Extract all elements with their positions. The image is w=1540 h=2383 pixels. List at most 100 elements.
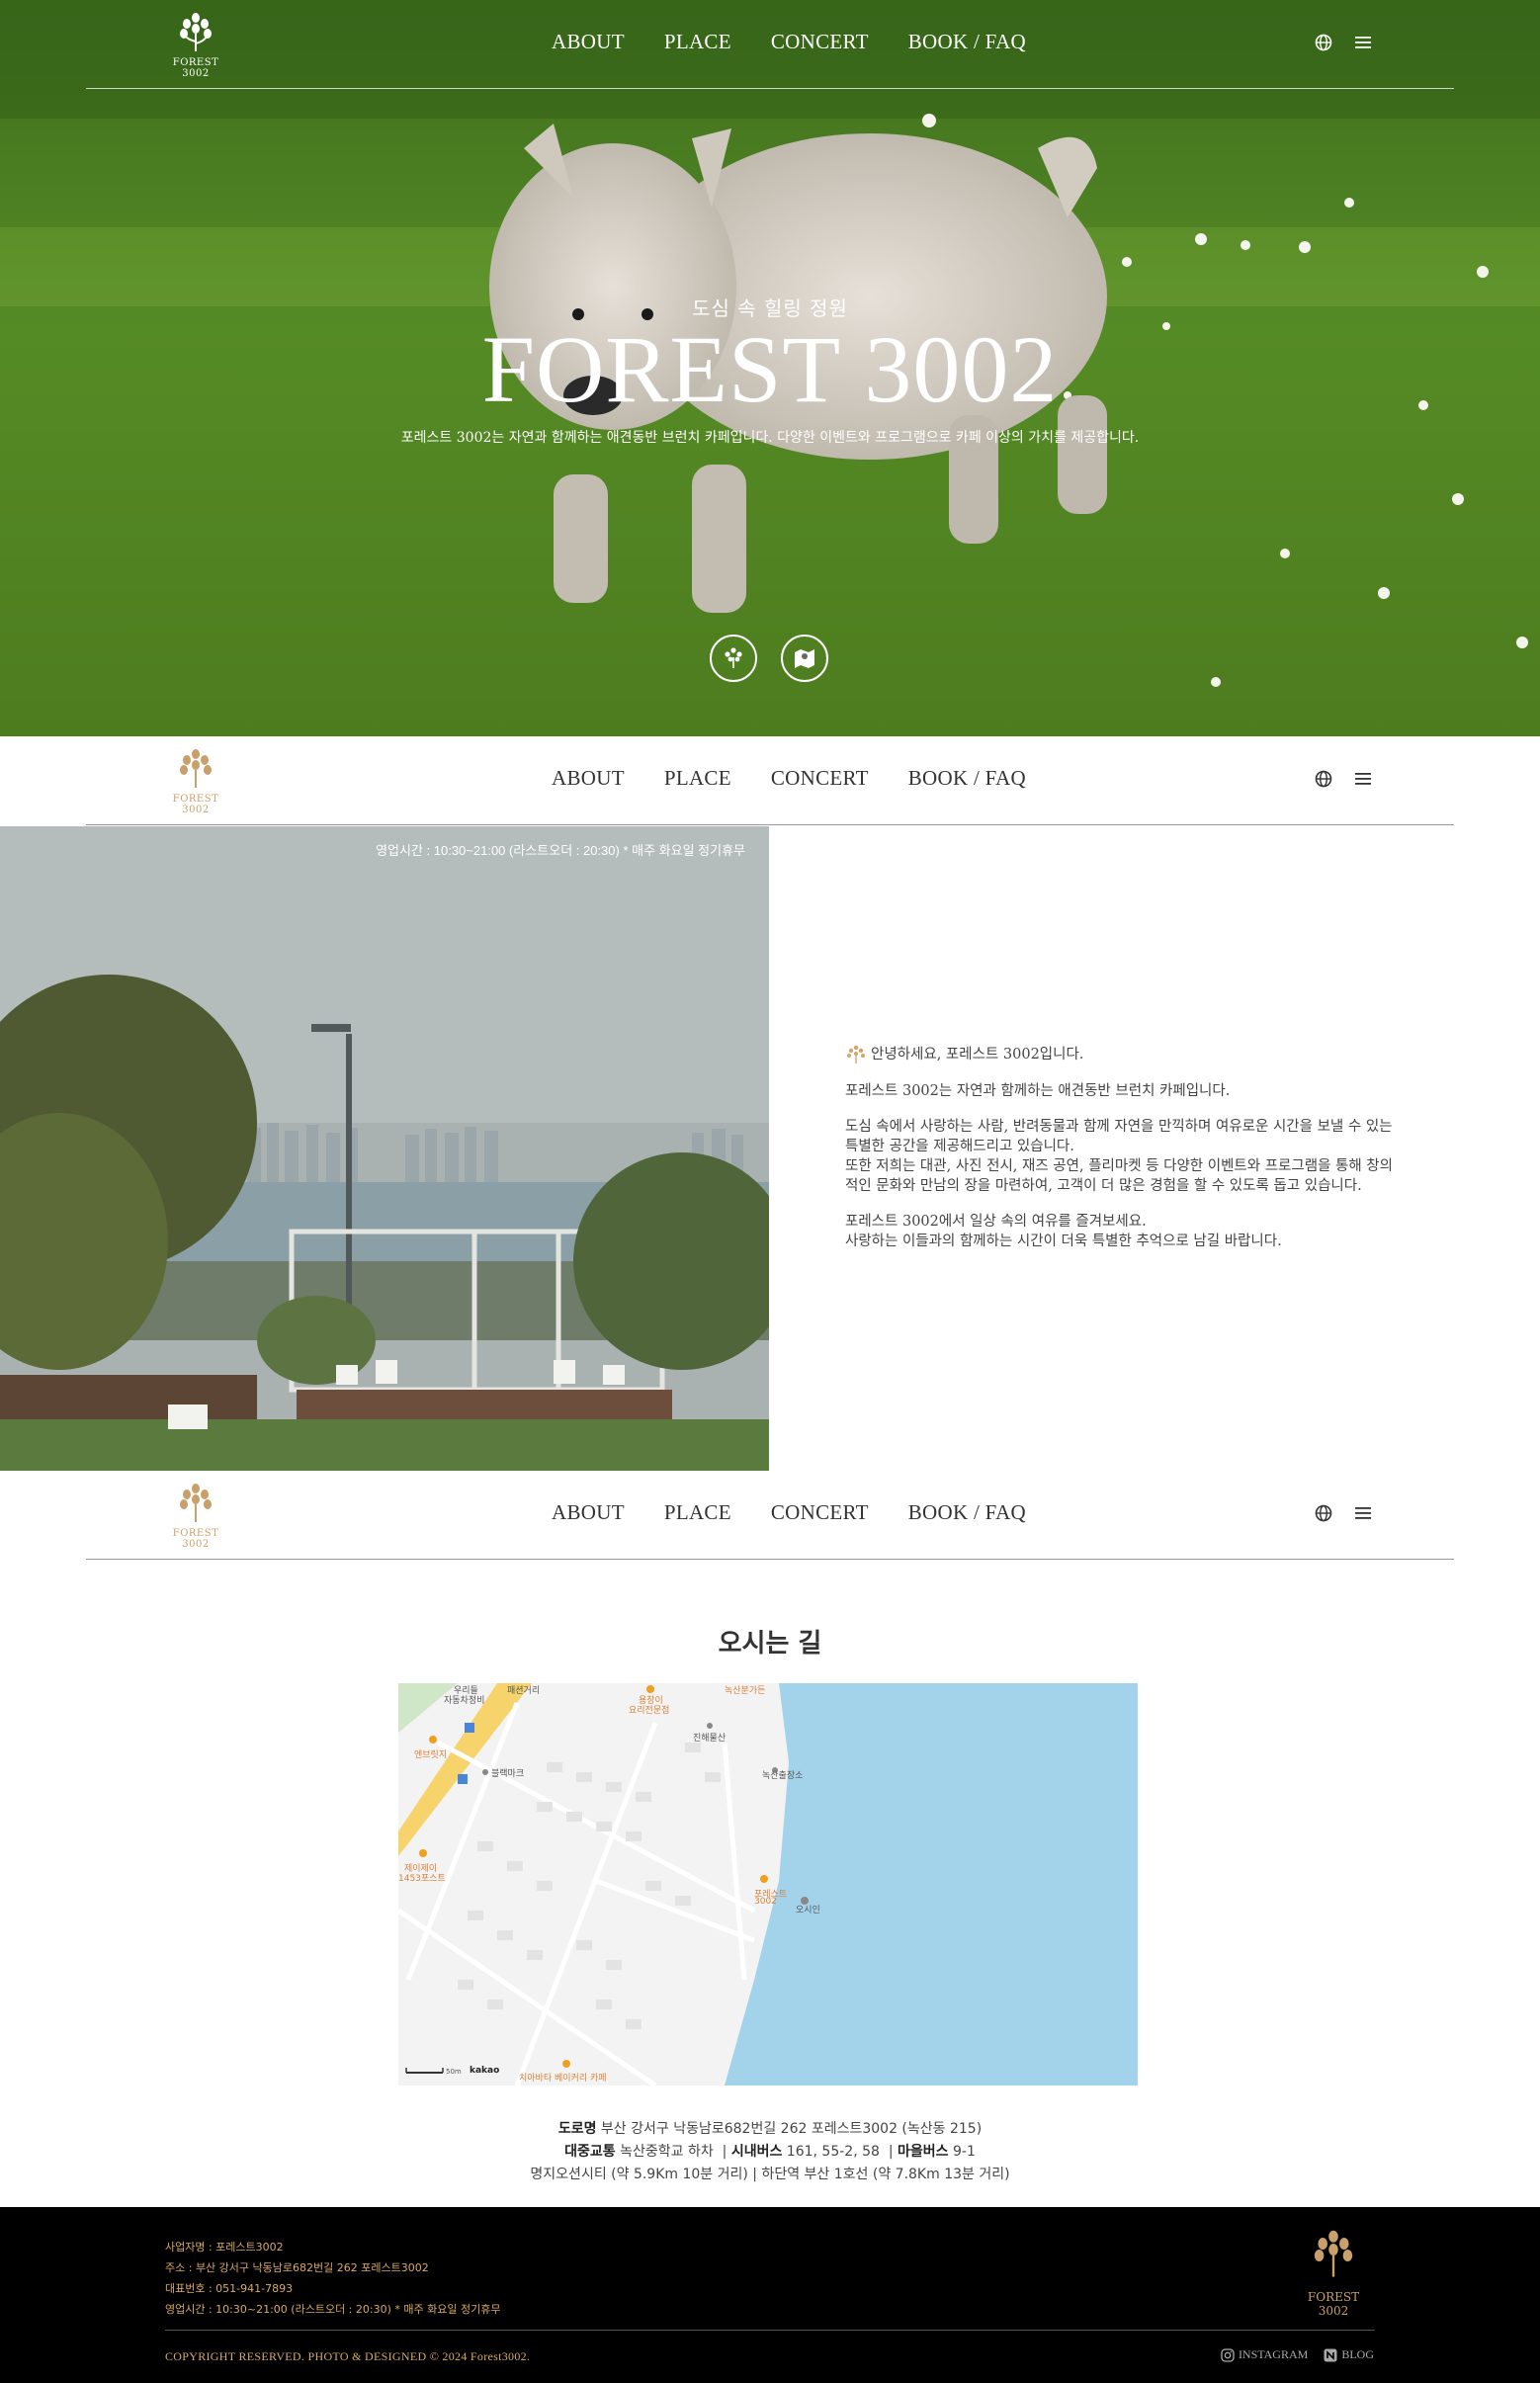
about-paragraph-2-line: 적인 문화와 만남의 장을 마련하여, 고객이 더 많은 경험을 할 수 있도록… (845, 1178, 1362, 1194)
footer-info: 사업자명 : 포레스트3002 주소 : 부산 강서구 낙동남로682번길 26… (165, 2237, 500, 2320)
footer-logo[interactable]: FOREST 3002 (1291, 2229, 1376, 2318)
tree-logo-icon (180, 749, 212, 788)
tree-logo-icon (180, 13, 212, 51)
road-address: 부산 강서구 낙동남로682번길 262 포레스트3002 (녹산동 215) (600, 2121, 983, 2137)
map[interactable]: 우리들 자동차정비 패션거리 용장이 요리전문점 녹산분가든 진해물산 엔브릿지… (398, 1683, 1138, 2085)
hero-section: FOREST 3002 ABOUT PLACE CONCERT BOOK / F… (0, 0, 1540, 736)
logo[interactable]: FOREST 3002 (161, 748, 230, 815)
nav-concert[interactable]: CONCERT (771, 766, 869, 791)
main-menu: ABOUT PLACE CONCERT BOOK / FAQ (552, 1500, 1026, 1525)
menu-icon[interactable] (1354, 1505, 1372, 1521)
nav-about[interactable]: ABOUT (552, 766, 625, 791)
nav-about[interactable]: ABOUT (552, 1500, 625, 1525)
instagram-link[interactable]: INSTAGRAM (1221, 2347, 1308, 2362)
footer-address: 주소 : 부산 강서구 낙동남로682번길 262 포레스트3002 (165, 2261, 429, 2274)
instagram-icon (1221, 2347, 1235, 2362)
location-navbar: FOREST 3002 ABOUT PLACE CONCERT BOOK / F… (0, 1471, 1540, 1560)
nav-tools (1315, 34, 1372, 51)
separator: | (718, 2144, 727, 2160)
footer-business: 사업자명 : 포레스트3002 (165, 2241, 284, 2254)
menu-icon[interactable] (1354, 35, 1372, 50)
nav-concert[interactable]: CONCERT (771, 30, 869, 54)
globe-icon[interactable] (1315, 770, 1332, 788)
nav-divider (86, 1559, 1454, 1560)
blog-label: BLOG (1341, 2347, 1374, 2361)
garden-photo: 영업시간 : 10:30~21:00 (라스트오더 : 20:30) * 매주 … (0, 826, 769, 1471)
about-paragraph-2-line: 또한 저희는 대관, 사진 전시, 재즈 공연, 플리마켓 등 다양한 이벤트와… (845, 1158, 1393, 1174)
transit-label: 대중교통 (564, 2144, 616, 2160)
map-label: 오시인 (796, 1906, 820, 1915)
globe-icon[interactable] (1315, 1504, 1332, 1522)
garden-photo-image (0, 826, 769, 1471)
tree-logo-icon (1314, 2230, 1353, 2277)
blog-icon (1324, 2348, 1337, 2361)
nav-divider (86, 88, 1454, 89)
nav-place[interactable]: PLACE (664, 766, 731, 791)
footer-divider (165, 2330, 1375, 2331)
about-paragraph-2: 도심 속에서 사랑하는 사람, 반려동물과 함께 자연을 만끽하며 여유로운 시… (845, 1117, 1418, 1196)
transit: 녹산중학교 하차 (620, 2144, 714, 2160)
blog-link[interactable]: BLOG (1324, 2347, 1374, 2362)
map-label: 3002 (754, 1897, 777, 1907)
map-label: 치아바타 베이커리 카페 (519, 2074, 607, 2084)
map-label: 블랙마크 (491, 1769, 525, 1779)
map-label: 녹산출장소 (762, 1771, 804, 1781)
village-bus: 9-1 (952, 2144, 976, 2160)
map-label: 녹산분가든 (725, 1686, 766, 1696)
footer-phone: 대표번호 : 051-941-7893 (165, 2282, 294, 2295)
about-paragraph-2-line: 특별한 공간을 제공해드리고 있습니다. (845, 1139, 1074, 1154)
separator: | (884, 2144, 894, 2160)
address-line-2: 대중교통 녹산중학교 하차 | 시내버스 161, 55-2, 58 | 마을버… (0, 2141, 1540, 2161)
map-label: 1453포스트 (398, 1874, 446, 1884)
nav-about[interactable]: ABOUT (552, 30, 625, 54)
tree-logo-icon (180, 1484, 212, 1522)
nav-divider (86, 824, 1454, 825)
nav-place[interactable]: PLACE (664, 30, 731, 54)
map-image (398, 1683, 1138, 2085)
logo-text: FOREST 3002 (172, 57, 219, 79)
about-text: 안녕하세요, 포레스트 3002입니다. 포레스트 3002는 자연과 함께하는… (845, 1044, 1418, 1267)
road-address-label: 도로명 (557, 2121, 597, 2137)
about-paragraph-3: 포레스트 3002에서 일상 속의 여유를 즐겨보세요. 사랑하는 이들과의 함… (845, 1212, 1418, 1251)
nav-book-faq[interactable]: BOOK / FAQ (908, 766, 1026, 791)
tree-button[interactable] (710, 635, 757, 682)
city-bus-label: 시내버스 (730, 2144, 783, 2160)
map-label: 진해물산 (693, 1734, 727, 1744)
hero-navbar: FOREST 3002 ABOUT PLACE CONCERT BOOK / F… (0, 0, 1540, 89)
map-scale-label: 50m (446, 2068, 462, 2076)
main-menu: ABOUT PLACE CONCERT BOOK / FAQ (552, 766, 1026, 791)
map-label: 자동차정비 (444, 1696, 485, 1706)
nav-tools (1315, 770, 1372, 788)
nav-tools (1315, 1504, 1372, 1522)
hours-overlay: 영업시간 : 10:30~21:00 (라스트오더 : 20:30) * 매주 … (376, 843, 745, 858)
copyright: COPYRIGHT RESERVED. PHOTO & DESIGNED © 2… (165, 2349, 531, 2363)
instagram-label: INSTAGRAM (1238, 2347, 1309, 2361)
map-icon (795, 649, 814, 668)
logo-text: FOREST 3002 (172, 1528, 219, 1550)
logo-text: FOREST 3002 (172, 794, 219, 815)
globe-icon[interactable] (1315, 34, 1332, 51)
about-paragraph-3-line: 포레스트 3002에서 일상 속의 여유를 즐겨보세요. (845, 1214, 1147, 1230)
map-label: 패션거리 (507, 1686, 541, 1696)
nav-concert[interactable]: CONCERT (771, 1500, 869, 1525)
location-title: 오시는 길 (718, 1629, 822, 1659)
map-label: 요리전문점 (629, 1706, 670, 1716)
footer-logo-text: FOREST 3002 (1307, 2290, 1360, 2318)
about-paragraph-2-line: 도심 속에서 사랑하는 사람, 반려동물과 함께 자연을 만끽하며 여유로운 시… (845, 1119, 1393, 1135)
nav-book-faq[interactable]: BOOK / FAQ (908, 1500, 1026, 1525)
about-paragraph-1: 포레스트 3002는 자연과 함께하는 애견동반 브런치 카페입니다. (845, 1083, 1231, 1099)
city-bus: 161, 55-2, 58 (786, 2144, 880, 2160)
hero-buttons (710, 635, 828, 682)
main-menu: ABOUT PLACE CONCERT BOOK / FAQ (552, 30, 1026, 54)
hero-title: FOREST 3002 (481, 316, 1059, 422)
about-navbar: FOREST 3002 ABOUT PLACE CONCERT BOOK / F… (0, 736, 1540, 825)
about-paragraph-3-line: 사랑하는 이들과의 함께하는 시간이 더욱 특별한 추억으로 남길 바랍니다. (845, 1234, 1282, 1249)
greeting: 안녕하세요, 포레스트 3002입니다. (871, 1047, 1084, 1063)
nav-place[interactable]: PLACE (664, 1500, 731, 1525)
map-button[interactable] (781, 635, 828, 682)
logo[interactable]: FOREST 3002 (161, 1483, 230, 1550)
menu-icon[interactable] (1354, 771, 1372, 787)
hero-description: 포레스트 3002는 자연과 함께하는 애견동반 브런치 카페입니다. 다양한 … (400, 430, 1140, 446)
logo[interactable]: FOREST 3002 (161, 12, 230, 79)
nav-book-faq[interactable]: BOOK / FAQ (908, 30, 1026, 54)
